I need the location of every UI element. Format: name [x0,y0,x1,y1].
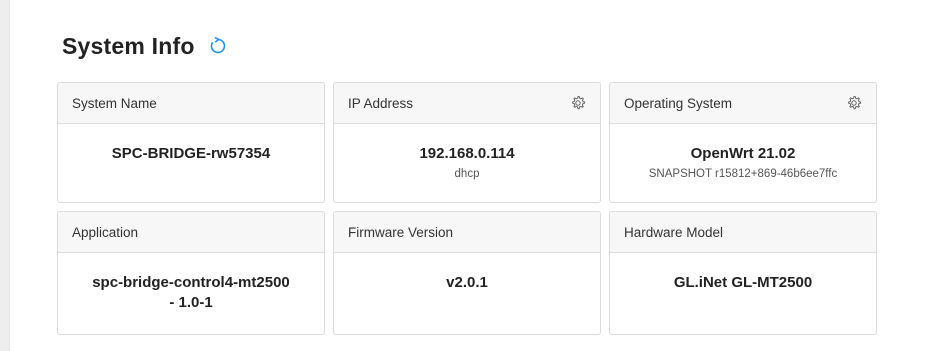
gear-icon[interactable] [846,95,862,111]
card-body: GL.iNet GL-MT2500 [610,253,876,334]
application-version-value: - 1.0-1 [169,294,213,311]
firmware-version-card: Firmware Version v2.0.1 [333,211,601,335]
card-label: System Name [72,95,157,111]
card-header: Application [58,212,324,253]
card-header: Operating System [610,83,876,124]
card-label: IP Address [348,95,414,111]
card-label: Hardware Model [624,224,724,240]
operating-system-card: Operating System OpenWrt 21.02 SNAPSHOT … [609,82,877,203]
gear-icon[interactable] [570,95,586,111]
card-body: SPC-BRIDGE-rw57354 [58,124,324,202]
card-body: OpenWrt 21.02 SNAPSHOT r15812+869-46b6ee… [610,124,876,202]
ip-address-value: 192.168.0.114 [419,145,515,162]
card-body: 192.168.0.114 dhcp [334,124,600,202]
os-version-value: OpenWrt 21.02 [690,145,796,162]
application-value: spc-bridge-control4-mt2500 [92,274,290,291]
card-label: Firmware Version [348,224,454,240]
card-body: v2.0.1 [334,253,600,334]
page-title: System Info [62,32,195,59]
os-build-text: SNAPSHOT r15812+869-46b6ee7ffc [648,168,838,180]
application-card: Application spc-bridge-control4-mt2500 -… [57,211,325,335]
system-name-value: SPC-BRIDGE-rw57354 [111,145,271,162]
left-sidebar-edge [0,0,10,351]
system-info-grid: System Name SPC-BRIDGE-rw57354 IP Addres… [57,82,877,335]
hardware-model-card: Hardware Model GL.iNet GL-MT2500 [609,211,877,335]
refresh-icon[interactable] [209,37,227,55]
card-header: Firmware Version [334,212,600,253]
firmware-version-value: v2.0.1 [446,274,488,291]
card-label: Application [72,224,139,240]
ip-mode-text: dhcp [454,168,480,180]
card-label: Operating System [624,95,733,111]
hardware-model-value: GL.iNet GL-MT2500 [673,274,813,291]
ip-address-card: IP Address 192.168.0.114 dhcp [333,82,601,203]
card-header: Hardware Model [610,212,876,253]
card-body: spc-bridge-control4-mt2500 - 1.0-1 [58,253,324,334]
card-header: IP Address [334,83,600,124]
card-header: System Name [58,83,324,124]
system-name-card: System Name SPC-BRIDGE-rw57354 [57,82,325,203]
section-header: System Info [62,28,227,64]
